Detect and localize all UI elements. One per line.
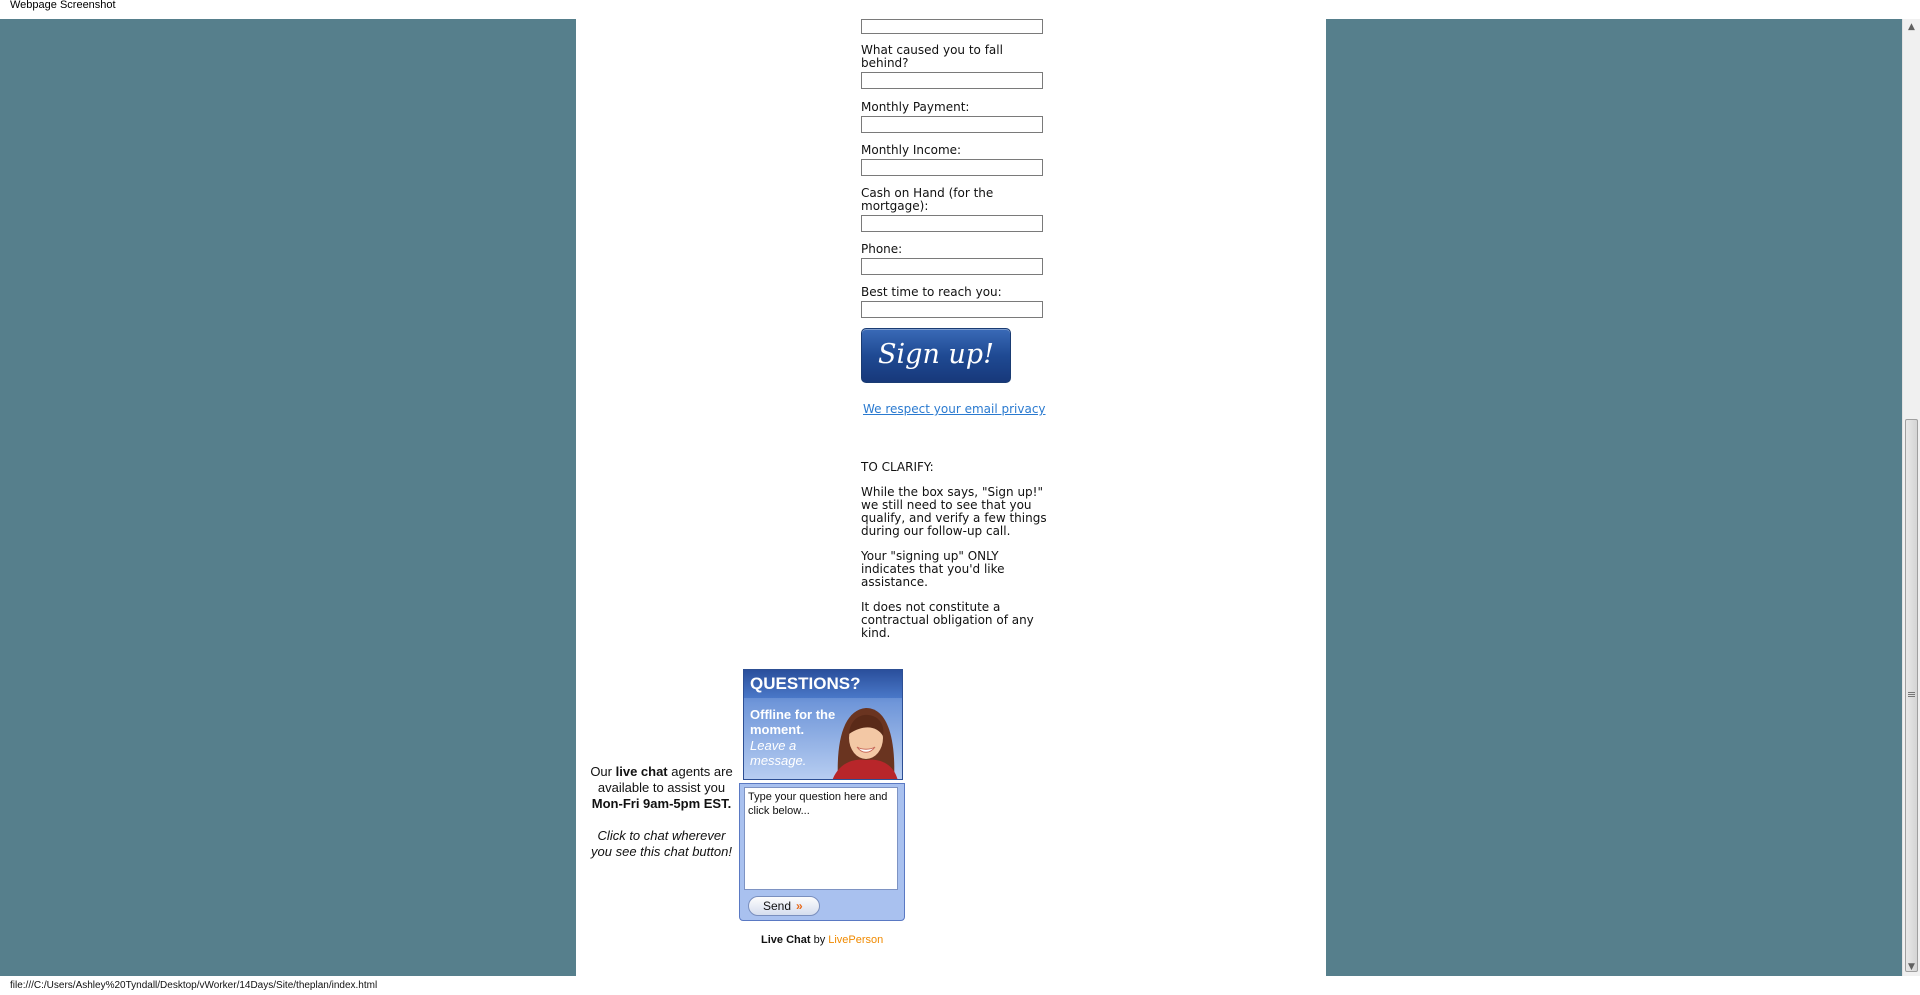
- monthly-income-input[interactable]: [861, 159, 1043, 176]
- form-field-best-time: Best time to reach you:: [861, 286, 1043, 318]
- thumb-grip-line: [1908, 696, 1915, 697]
- chat-cta-text: Click to chat wherever you see this chat…: [591, 828, 732, 859]
- phone-input[interactable]: [861, 258, 1043, 275]
- page-viewport: What caused you to fall behind? Monthly …: [0, 19, 1902, 976]
- clarify-heading: TO CLARIFY:: [861, 460, 934, 474]
- clarify-paragraph: It does not constitute a contractual obl…: [861, 600, 1034, 640]
- clarify-paragraph: While the box says, "Sign up!" we still …: [861, 485, 1047, 538]
- clarify-paragraph: Your "signing up" ONLY indicates that yo…: [861, 549, 1005, 589]
- chat-message-box: Type your question here and click below.…: [739, 783, 905, 921]
- clarify-section: TO CLARIFY: While the box says, "Sign up…: [861, 461, 1051, 652]
- email-privacy-link[interactable]: We respect your email privacy: [863, 402, 1046, 416]
- cause-input[interactable]: [861, 72, 1043, 89]
- monthly-income-label: Monthly Income:: [861, 143, 962, 157]
- form-field-phone: Phone:: [861, 243, 1043, 275]
- form-field-cause: What caused you to fall behind?: [861, 44, 1043, 89]
- monthly-payment-label: Monthly Payment:: [861, 100, 970, 114]
- chat-aside-prefix: Our: [590, 764, 616, 779]
- send-label: Send: [763, 899, 792, 913]
- scrollbar-thumb[interactable]: [1905, 419, 1918, 972]
- cause-label: What caused you to fall behind?: [861, 43, 1003, 70]
- cash-on-hand-label: Cash on Hand (for the mortgage):: [861, 186, 994, 213]
- thumb-grip-line: [1908, 692, 1915, 693]
- banner-title: QUESTIONS?: [744, 670, 902, 698]
- credit-by: by: [810, 934, 829, 946]
- banner-status: Offline for the moment.: [750, 707, 836, 737]
- chat-hours: Mon-Fri 9am-5pm EST.: [591, 796, 732, 811]
- credit-prefix: Live Chat: [761, 934, 811, 946]
- form-field-cash-on-hand: Cash on Hand (for the mortgage):: [861, 187, 1043, 232]
- questions-banner[interactable]: QUESTIONS? Offline for the moment. Leave…: [743, 669, 903, 780]
- form-field-monthly-payment: Monthly Payment:: [861, 101, 1043, 133]
- chat-question-textarea[interactable]: Type your question here and click below.…: [744, 787, 898, 890]
- live-chat-credit: Live Chat by LivePerson: [761, 934, 883, 946]
- content-column: What caused you to fall behind? Monthly …: [576, 19, 1326, 976]
- best-time-label: Best time to reach you:: [861, 285, 1002, 299]
- previous-field-input[interactable]: [861, 19, 1043, 34]
- agent-photo-icon: [832, 708, 898, 779]
- chat-aside-bold: live chat: [615, 764, 668, 779]
- thumb-grip-line: [1908, 694, 1915, 695]
- liveperson-link[interactable]: LivePerson: [828, 934, 883, 946]
- live-chat-availability: Our live chat agents are available to as…: [590, 764, 733, 796]
- window-title: Webpage Screenshot: [0, 0, 1920, 19]
- live-chat-widget: QUESTIONS? Offline for the moment. Leave…: [739, 669, 909, 946]
- status-bar-url: file:///C:/Users/Ashley%20Tyndall/Deskto…: [0, 976, 1920, 995]
- cash-on-hand-input[interactable]: [861, 215, 1043, 232]
- scroll-down-arrow-icon[interactable]: ▼: [1903, 959, 1920, 976]
- form-field-previous: [861, 19, 1043, 34]
- send-arrow-icon: »: [796, 899, 803, 913]
- send-button[interactable]: Send »: [748, 896, 820, 916]
- sign-up-button[interactable]: Sign up!: [861, 328, 1011, 383]
- form-field-monthly-income: Monthly Income:: [861, 144, 1043, 176]
- vertical-scrollbar[interactable]: ▲ ▼: [1902, 19, 1920, 976]
- banner-action: Leave a message.: [750, 738, 807, 768]
- scroll-up-arrow-icon[interactable]: ▲: [1903, 19, 1920, 36]
- monthly-payment-input[interactable]: [861, 116, 1043, 133]
- phone-label: Phone:: [861, 242, 903, 256]
- best-time-input[interactable]: [861, 301, 1043, 318]
- banner-message: Offline for the moment. Leave a message.: [750, 707, 840, 768]
- live-chat-info: Our live chat agents are available to as…: [590, 764, 733, 860]
